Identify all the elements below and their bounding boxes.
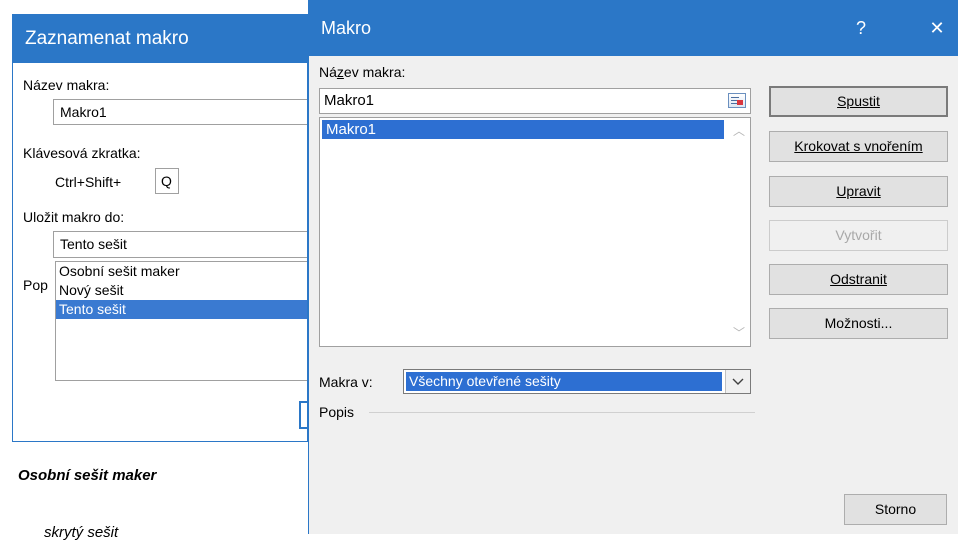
scroll-up-icon[interactable]: ︿ <box>733 125 745 137</box>
close-button[interactable]: ✕ <box>915 0 958 56</box>
macros-in-label: Makra v: <box>319 374 373 390</box>
scroll-down-icon[interactable]: ﹀ <box>733 327 745 339</box>
macros-in-value: Všechny otevřené sešity <box>406 372 722 391</box>
record-dialog-title: Zaznamenat makro <box>13 15 307 63</box>
store-dropdown-list: Osobní sešit maker Nový sešit Tento seši… <box>55 261 307 381</box>
edit-button[interactable]: Upravit <box>769 176 948 207</box>
record-name-input[interactable]: Makro1 <box>53 99 307 125</box>
record-name-label: Název makra: <box>23 77 110 93</box>
description-divider <box>369 412 755 413</box>
store-option-personal[interactable]: Osobní sešit maker <box>56 262 307 281</box>
macro-list: Makro1 ︿ ﹀ <box>319 117 751 347</box>
shortcut-key-input[interactable]: Q <box>155 168 179 194</box>
step-into-button[interactable]: Krokovat s vnořením <box>769 131 948 162</box>
ok-button-partial[interactable] <box>299 401 307 429</box>
run-button[interactable]: Spustit <box>769 86 948 117</box>
macro-name-input[interactable]: Makro1 <box>319 88 751 114</box>
cancel-button[interactable]: Storno <box>844 494 947 525</box>
options-button[interactable]: Možnosti... <box>769 308 948 339</box>
help-button[interactable]: ? <box>841 0 881 56</box>
description-label: Pop <box>23 277 48 293</box>
chevron-down-icon[interactable] <box>725 370 750 393</box>
store-select[interactable]: Tento sešit <box>53 231 307 258</box>
macros-in-select[interactable]: Všechny otevřené sešity <box>403 369 751 394</box>
macro-name-value: Makro1 <box>324 92 375 109</box>
delete-button[interactable]: Odstranit <box>769 264 948 295</box>
description-label: Popis <box>319 404 355 420</box>
record-macro-dialog: Zaznamenat makro Název makra: Makro1 Klá… <box>12 14 308 442</box>
caption-sub: skrytý sešit <box>44 524 119 541</box>
store-option-new[interactable]: Nový sešit <box>56 281 307 300</box>
record-dialog-body: Název makra: Makro1 Klávesová zkratka: C… <box>13 63 307 441</box>
macro-dialog: Makro ? ✕ Název makra: Makro1 Makro1 ︿ ﹀… <box>308 0 958 534</box>
caption-heading: Osobní sešit maker <box>18 467 157 484</box>
macro-list-item[interactable]: Makro1 <box>322 120 724 139</box>
macro-list-scrollbar[interactable]: ︿ ﹀ <box>726 118 750 346</box>
macro-name-label: Název makra: <box>319 64 406 80</box>
shortcut-label: Klávesová zkratka: <box>23 145 141 161</box>
shortcut-prefix: Ctrl+Shift+ <box>55 174 122 190</box>
store-label: Uložit makro do: <box>23 209 125 225</box>
create-button: Vytvořit <box>769 220 948 251</box>
collapse-dialog-icon[interactable] <box>728 93 746 108</box>
store-option-this[interactable]: Tento sešit <box>56 300 307 319</box>
